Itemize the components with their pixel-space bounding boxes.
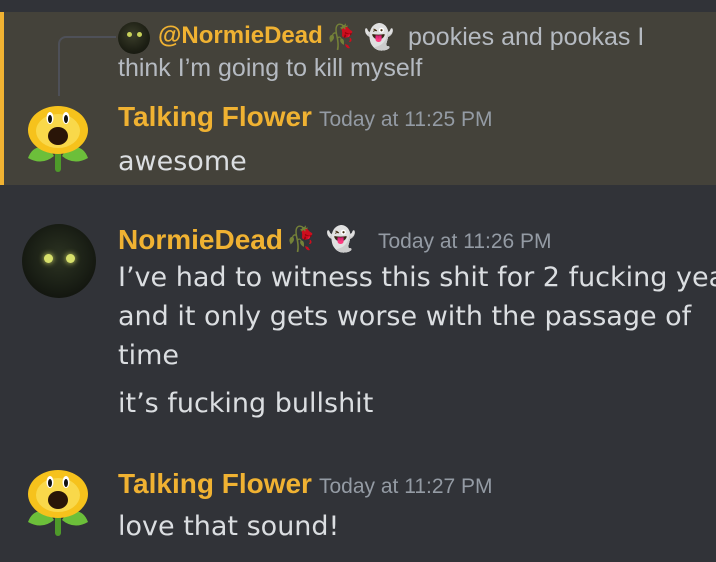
message-text: and it only gets worse with the passage … <box>118 301 692 332</box>
wilted-rose-emoji: 🥀 <box>286 225 316 253</box>
wilted-rose-emoji: 🥀 <box>326 23 356 51</box>
message-timestamp[interactable]: Today at 11:26 PM <box>378 230 552 254</box>
reply-connector <box>58 36 116 96</box>
message-text: awesome <box>118 146 247 177</box>
top-strip <box>0 0 716 12</box>
message-text: it’s fucking bullshit <box>118 388 374 419</box>
ghost-emoji: 👻 <box>326 225 356 253</box>
message-text: love that sound! <box>118 511 340 542</box>
message-author[interactable]: NormieDead <box>118 224 283 256</box>
talking-flower-avatar[interactable] <box>20 464 96 540</box>
message-timestamp[interactable]: Today at 11:25 PM <box>319 108 493 132</box>
message-author[interactable]: Talking Flower <box>118 101 312 133</box>
talking-flower-avatar[interactable] <box>20 100 96 176</box>
reply-preview-text[interactable]: pookies and pookas I <box>408 23 644 52</box>
reply-author-mention[interactable]: @NormieDead <box>158 22 323 50</box>
reply-preview-text-continued[interactable]: think I’m going to kill myself <box>118 54 422 83</box>
ghost-emoji: 👻 <box>364 23 394 51</box>
normiedead-avatar[interactable] <box>22 224 96 298</box>
message-author[interactable]: Talking Flower <box>118 468 312 500</box>
reply-avatar[interactable] <box>118 22 150 54</box>
message-timestamp[interactable]: Today at 11:27 PM <box>319 475 493 499</box>
message-text: time <box>118 340 180 371</box>
message-text: I’ve had to witness this shit for 2 fuck… <box>118 262 716 293</box>
